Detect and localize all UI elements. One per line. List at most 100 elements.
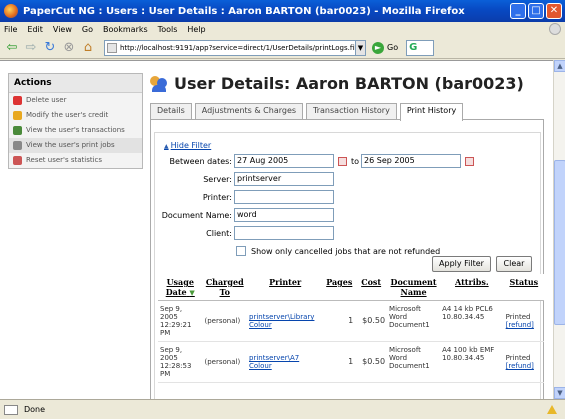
printer-input[interactable] <box>234 190 334 204</box>
pages-cell: 1 <box>323 300 356 342</box>
minimize-button[interactable]: _ <box>510 3 526 19</box>
print-jobs-table: Usage Date ▼ Charged To Printer Pages Co… <box>158 274 544 383</box>
status-text: Printed <box>505 313 531 321</box>
attribs-cell: A4 100 kb EMF 10.80.34.45 <box>440 341 504 383</box>
usage-date-cell: Sep 9, 2005 12:29:21 PM <box>158 300 203 342</box>
sidebar-item-label: Modify the user's credit <box>26 111 109 119</box>
menu-bar: File Edit View Go Bookmarks Tools Help <box>0 22 565 37</box>
printer-link[interactable]: printserver\Library Colour <box>249 313 314 329</box>
tab-transaction-history[interactable]: Transaction History <box>306 103 397 120</box>
reload-icon[interactable]: ↻ <box>42 40 58 56</box>
url-text: http://localhost:9191/app?service=direct… <box>120 43 356 52</box>
url-bar[interactable]: http://localhost:9191/app?service=direct… <box>104 39 356 56</box>
vertical-scrollbar[interactable]: ▲ ▼ <box>553 60 565 399</box>
go-label: Go <box>387 43 399 52</box>
printer-cell: printserver\A7 Colour <box>247 341 324 383</box>
go-button[interactable]: ► Go <box>372 41 399 54</box>
sidebar-item-view-print-jobs[interactable]: View the user's print jobs <box>9 138 142 153</box>
client-label: Client: <box>206 228 232 238</box>
tab-adjustments-charges[interactable]: Adjustments & Charges <box>194 103 304 120</box>
charged-to-cell: (personal) <box>202 300 247 342</box>
tab-details[interactable]: Details <box>150 103 192 120</box>
sidebar-item-reset-statistics[interactable]: Reset user's statistics <box>9 153 142 168</box>
document-name-row: Document Name: word <box>155 208 334 222</box>
actions-sidebar: Actions Delete user Modify the user's cr… <box>8 73 143 169</box>
url-dropdown-button[interactable]: ▼ <box>356 39 366 56</box>
calendar-icon[interactable] <box>338 156 347 166</box>
charged-to-cell: (personal) <box>202 341 247 383</box>
document-name-input[interactable]: word <box>234 208 334 222</box>
tab-bar: Details Adjustments & Charges Transactio… <box>150 103 550 121</box>
page-title: User Details: Aaron BARTON (bar0023) <box>174 73 524 93</box>
close-button[interactable]: ✕ <box>546 3 562 19</box>
scroll-down-arrow-icon[interactable]: ▼ <box>554 387 565 399</box>
attribs-cell: A4 14 kb PCL6 10.80.34.45 <box>440 300 504 342</box>
cancelled-jobs-checkbox[interactable] <box>236 246 246 256</box>
forward-arrow-icon[interactable]: ⇨ <box>23 40 39 56</box>
to-label: to <box>351 156 360 166</box>
sort-desc-icon: ▼ <box>189 288 195 297</box>
column-usage-date[interactable]: Usage Date ▼ <box>158 274 203 301</box>
printer-link[interactable]: printserver\A7 Colour <box>249 354 299 370</box>
scrollbar-thumb[interactable] <box>554 160 565 325</box>
search-box[interactable]: G <box>406 39 435 56</box>
warning-icon[interactable] <box>547 405 557 414</box>
usage-date-cell: Sep 9, 2005 12:28:53 PM <box>158 341 203 383</box>
status-text: Printed <box>505 354 531 362</box>
server-row: Server: printserver <box>155 172 334 186</box>
menu-view[interactable]: View <box>53 25 72 34</box>
apply-filter-button[interactable]: Apply Filter <box>432 256 491 272</box>
collapse-triangle-icon: ▲ <box>164 143 169 150</box>
date-to-input[interactable]: 26 Sep 2005 <box>361 154 462 168</box>
cost-cell: $0.50 <box>355 300 388 342</box>
menu-edit[interactable]: Edit <box>27 25 43 34</box>
status-cell: Printed [refund] <box>503 300 544 342</box>
printer-row: Printer: <box>155 190 334 204</box>
refund-link[interactable]: [refund] <box>506 321 534 329</box>
client-input[interactable] <box>234 226 334 240</box>
tab-panel: ▲ Hide Filter Between dates: 27 Aug 2005 … <box>150 119 544 399</box>
column-status[interactable]: Status <box>503 274 544 301</box>
sidebar-title: Actions <box>9 74 142 93</box>
main-area: User Details: Aaron BARTON (bar0023) Det… <box>150 69 550 399</box>
menu-file[interactable]: File <box>4 25 17 34</box>
coin-icon <box>13 111 22 120</box>
printer-cell: printserver\Library Colour <box>247 300 324 342</box>
calendar-icon[interactable] <box>465 156 475 166</box>
server-label: Server: <box>203 174 232 184</box>
column-printer[interactable]: Printer <box>247 274 324 301</box>
column-document-name[interactable]: Document Name <box>387 274 441 301</box>
users-icon <box>150 74 168 92</box>
sidebar-item-label: View the user's transactions <box>26 126 125 134</box>
column-attribs: Attribs. <box>440 274 504 301</box>
go-arrow-icon: ► <box>372 41 384 54</box>
document-name-label: Document Name: <box>161 210 232 220</box>
client-row: Client: <box>155 226 334 240</box>
refund-link[interactable]: [refund] <box>506 362 534 370</box>
table-row: Sep 9, 2005 12:29:21 PM (personal) print… <box>158 300 544 342</box>
sidebar-item-modify-credit[interactable]: Modify the user's credit <box>9 108 142 123</box>
server-input[interactable]: printserver <box>234 172 334 186</box>
menu-go[interactable]: Go <box>82 25 93 34</box>
sidebar-item-view-transactions[interactable]: View the user's transactions <box>9 123 142 138</box>
maximize-button[interactable]: □ <box>528 3 544 19</box>
stop-icon[interactable]: ⊗ <box>61 40 77 56</box>
menu-tools[interactable]: Tools <box>158 25 178 34</box>
column-pages[interactable]: Pages <box>323 274 356 301</box>
status-text: Done <box>24 405 46 414</box>
table-row: Sep 9, 2005 12:28:53 PM (personal) print… <box>158 341 544 383</box>
tab-print-history[interactable]: Print History <box>399 103 464 121</box>
hide-filter-link[interactable]: ▲ Hide Filter <box>164 141 211 150</box>
column-cost[interactable]: Cost <box>355 274 388 301</box>
navigation-toolbar: ⇦ ⇨ ↻ ⊗ ⌂ http://localhost:9191/app?serv… <box>0 37 565 59</box>
throbber-icon <box>549 23 561 35</box>
menu-help[interactable]: Help <box>187 25 205 34</box>
back-arrow-icon[interactable]: ⇦ <box>4 40 20 56</box>
clear-button[interactable]: Clear <box>496 256 532 272</box>
menu-bookmarks[interactable]: Bookmarks <box>103 25 148 34</box>
column-charged-to[interactable]: Charged To <box>202 274 247 301</box>
date-from-input[interactable]: 27 Aug 2005 <box>234 154 334 168</box>
home-icon[interactable]: ⌂ <box>80 40 96 56</box>
scroll-up-arrow-icon[interactable]: ▲ <box>554 60 565 72</box>
sidebar-item-delete-user[interactable]: Delete user <box>9 93 142 108</box>
